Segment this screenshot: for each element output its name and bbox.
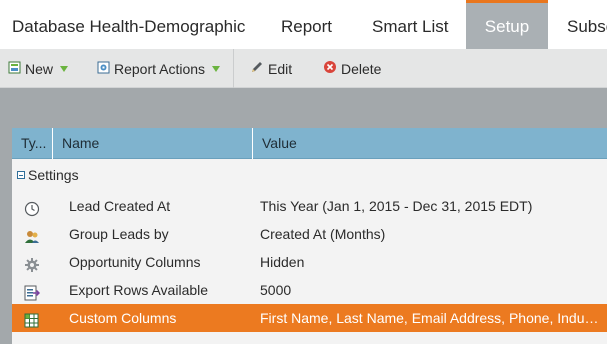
- delete-icon: [323, 50, 337, 89]
- setup-grid: Ty... Name Value Settings Lead Created A…: [12, 128, 607, 344]
- tab-setup[interactable]: Setup: [466, 0, 548, 49]
- delete-button[interactable]: Delete: [323, 49, 381, 88]
- group-label: Settings: [28, 167, 79, 183]
- toolbar: New Report Actions Edit Delete: [0, 49, 607, 88]
- settings-group-row[interactable]: Settings: [12, 162, 607, 188]
- chevron-down-icon: [60, 66, 69, 73]
- row-value: This Year (Jan 1, 2015 - Dec 31, 2015 ED…: [260, 198, 533, 214]
- column-header-value[interactable]: Value: [253, 128, 607, 159]
- row-value: Created At (Months): [260, 226, 386, 242]
- custom-columns-icon: [24, 310, 40, 328]
- table-row[interactable]: Lead Created At This Year (Jan 1, 2015 -…: [12, 192, 607, 220]
- tab-smart-list[interactable]: Smart List: [372, 0, 449, 49]
- table-row[interactable]: Opportunity Columns Hidden: [12, 248, 607, 276]
- new-button-label: New: [25, 60, 54, 77]
- table-row[interactable]: Group Leads by Created At (Months): [12, 220, 607, 248]
- tab-report[interactable]: Report: [281, 0, 332, 49]
- row-value: 5000: [260, 282, 292, 298]
- edit-button[interactable]: Edit: [250, 49, 292, 88]
- row-name: Opportunity Columns: [69, 254, 201, 270]
- row-value: Hidden: [260, 254, 305, 270]
- tab-database-health-demographic[interactable]: Database Health-Demographic: [12, 0, 245, 49]
- pencil-icon: [250, 50, 264, 89]
- toolbar-divider: [233, 49, 234, 88]
- edit-label: Edit: [268, 60, 293, 77]
- delete-label: Delete: [341, 60, 382, 77]
- row-name: Custom Columns: [69, 310, 177, 326]
- row-value: First Name, Last Name, Email Address, Ph…: [260, 310, 600, 326]
- tab-subscriptions[interactable]: Subsc: [567, 0, 607, 49]
- report-actions-label: Report Actions: [114, 60, 206, 77]
- table-row-selected[interactable]: Custom Columns First Name, Last Name, Em…: [12, 304, 607, 332]
- chevron-down-icon: [212, 66, 221, 73]
- grid-header: Ty... Name Value: [12, 128, 607, 159]
- table-row[interactable]: Export Rows Available 5000: [12, 276, 607, 304]
- grid-container: Ty... Name Value Settings Lead Created A…: [0, 128, 607, 344]
- collapse-icon[interactable]: [17, 171, 25, 179]
- export-icon: [24, 282, 41, 301]
- gear-icon: [24, 254, 40, 272]
- report-actions-icon: [97, 50, 110, 89]
- column-header-type[interactable]: Ty...: [12, 128, 53, 159]
- new-report-icon: [8, 50, 21, 89]
- tab-bar: Database Health-Demographic Report Smart…: [0, 0, 607, 49]
- row-name: Group Leads by: [69, 226, 169, 242]
- row-name: Lead Created At: [69, 198, 171, 214]
- clock-icon: [24, 198, 40, 217]
- group-people-icon: [24, 226, 40, 243]
- row-name: Export Rows Available: [69, 282, 209, 298]
- panel-gap: [0, 88, 607, 128]
- report-actions-button[interactable]: Report Actions: [97, 49, 221, 89]
- column-header-name[interactable]: Name: [53, 128, 253, 159]
- new-button[interactable]: New: [8, 49, 69, 89]
